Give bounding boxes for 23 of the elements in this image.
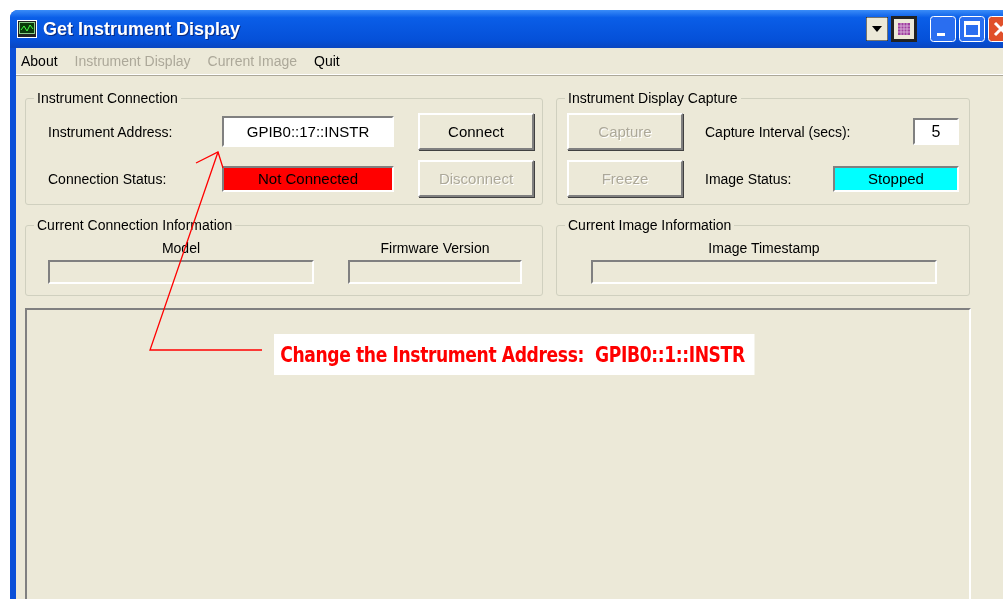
field-caption: Image Timestamp — [707, 240, 821, 256]
field-label: Image Status: — [705, 170, 793, 187]
group-title: Instrument Display Capture — [565, 90, 741, 106]
field-label: Connection Status: — [48, 170, 168, 187]
grid-icon[interactable] — [891, 16, 917, 42]
command-button[interactable]: Connect — [418, 113, 534, 150]
annotation-text: Change the Instrument Address: GPIB0::1::INSTR — [274, 334, 755, 375]
field-caption: Firmware Version — [379, 240, 491, 256]
monitor-icon — [17, 20, 37, 38]
status-field: Stopped — [833, 165, 959, 192]
minimize-icon[interactable] — [930, 16, 956, 42]
dropdown-icon[interactable] — [866, 17, 888, 41]
status-field: Not Connected — [222, 165, 394, 192]
group-title: Instrument Connection — [34, 90, 181, 106]
field-label: Instrument Address: — [48, 123, 174, 140]
field-label: Capture Interval (secs): — [705, 123, 852, 140]
window-title: Get Instrument Display — [43, 18, 242, 40]
group-title: Current Image Information — [565, 217, 735, 233]
address-field[interactable]: GPIB0::17::INSTR — [222, 116, 394, 147]
menu-item[interactable]: About — [21, 53, 58, 69]
interval-field[interactable]: 5 — [913, 118, 959, 145]
maximize-icon[interactable] — [959, 16, 985, 42]
menu-item[interactable]: Quit — [314, 53, 340, 69]
